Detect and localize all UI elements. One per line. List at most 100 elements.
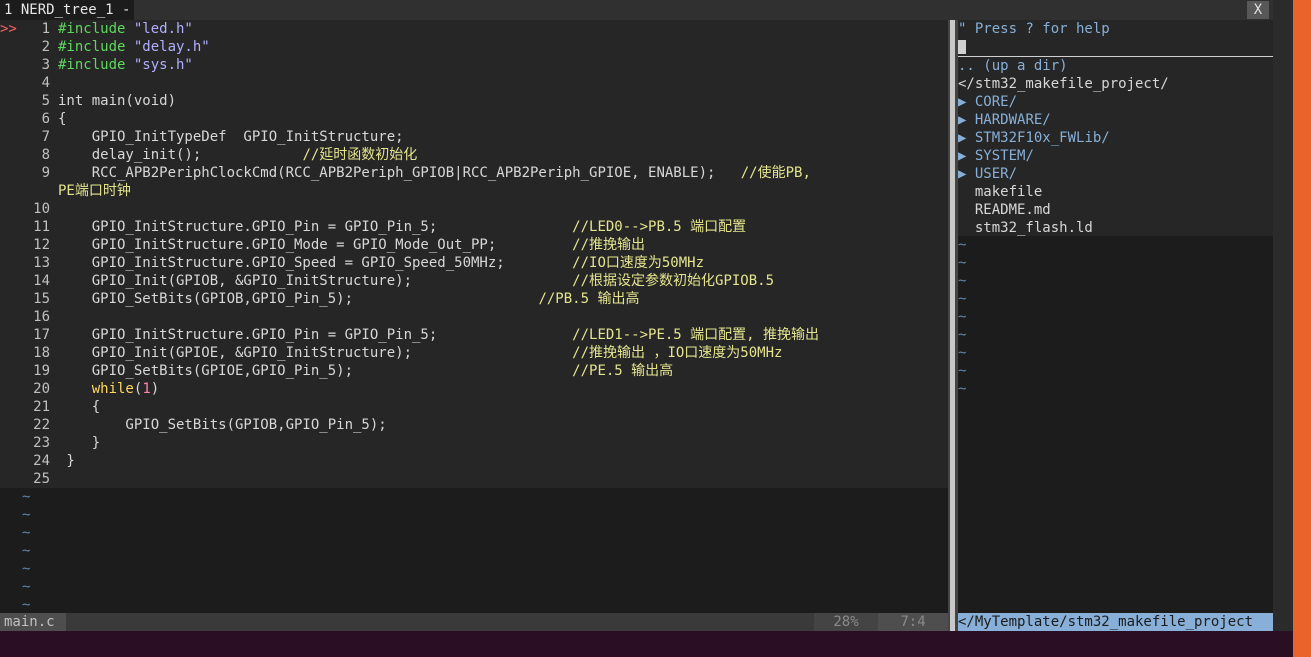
tilde-line: ~ [22, 597, 31, 613]
code-line[interactable]: 15 GPIO_SetBits(GPIOB,GPIO_Pin_5); //PB.… [0, 290, 948, 308]
dir-name: CORE/ [974, 94, 1018, 110]
tilde-line: ~ [958, 291, 967, 307]
terminal-window: 1 NERD_tree_1 - X >> 1 #include "led.h" 2 #i… [0, 0, 1273, 657]
line-number: 4 [41, 75, 50, 91]
tree-dir-item[interactable]: ▶ HARDWARE/ [958, 111, 1273, 129]
tilde-line: ~ [22, 489, 31, 505]
code-token: //PB.5 输出高 [538, 291, 640, 307]
tree-file-item[interactable]: stm32_flash.ld [958, 219, 1273, 237]
code-token: RCC_APB2PeriphClockCmd(RCC_APB2Periph_GP… [58, 165, 741, 181]
code-line[interactable]: 21 { [0, 398, 948, 416]
tab-line: 1 NERD_tree_1 - X [0, 0, 1273, 20]
tilde-line: ~ [958, 363, 967, 379]
code-line[interactable]: 7 GPIO_InitTypeDef GPIO_InitStructure; [0, 128, 948, 146]
expand-arrow-icon: ▶ [958, 148, 967, 164]
code-line[interactable]: 10 [0, 200, 948, 218]
editor-pane[interactable]: >> 1 #include "led.h" 2 #include "delay.h" 3 #… [0, 20, 948, 613]
code-line[interactable]: 17 GPIO_InitStructure.GPIO_Pin = GPIO_Pi… [0, 326, 948, 344]
code-token: GPIO_InitStructure.GPIO_Mode = GPIO_Mode… [58, 237, 573, 253]
tab-nerd-tree[interactable]: 1 NERD_tree_1 - [0, 0, 135, 20]
code-line[interactable]: 16 [0, 308, 948, 326]
expand-arrow-icon: ▶ [958, 112, 967, 128]
code-token: GPIO_SetBits(GPIOB,GPIO_Pin_5); [58, 417, 387, 433]
code-line[interactable]: 22 GPIO_SetBits(GPIOB,GPIO_Pin_5); [0, 416, 948, 434]
code-line[interactable]: >> 1 #include "led.h" [0, 20, 948, 38]
code-line[interactable]: 4 [0, 74, 948, 92]
window-edge [1273, 0, 1293, 657]
cursor [958, 40, 966, 54]
empty-lines: ~ ~ ~ ~ ~ ~ ~ [0, 488, 948, 613]
code-line[interactable]: 5 int main(void) [0, 92, 948, 110]
line-number: 13 [33, 255, 50, 271]
code-line[interactable]: 8 delay_init(); //延时函数初始化 [0, 146, 948, 164]
code-line[interactable]: 23 } [0, 434, 948, 452]
code-line[interactable]: 19 GPIO_SetBits(GPIOE,GPIO_Pin_5); //PE.… [0, 362, 948, 380]
line-number: 19 [33, 363, 50, 379]
tree-separator [958, 38, 1273, 57]
code-token: #include [58, 39, 134, 55]
vertical-split[interactable] [948, 20, 958, 631]
close-tab-button[interactable]: X [1247, 1, 1269, 19]
code-token: "sys.h" [133, 57, 193, 73]
code-line[interactable]: 3 #include "sys.h" [0, 56, 948, 74]
code-line[interactable]: 25 [0, 470, 948, 488]
line-number: 5 [41, 93, 50, 109]
line-number: 8 [41, 147, 50, 163]
code-token: #include [58, 57, 134, 73]
tilde-line: ~ [958, 327, 967, 343]
tilde-line: ~ [22, 543, 31, 559]
code-line[interactable]: 2 #include "delay.h" [0, 38, 948, 56]
desktop-background [0, 631, 1293, 657]
code-line[interactable]: 18 GPIO_Init(GPIOE, &GPIO_InitStructure)… [0, 344, 948, 362]
code-line[interactable]: 24 } [0, 452, 948, 470]
file-name: main.c [4, 614, 55, 630]
tree-dir-item[interactable]: ▶ USER/ [958, 165, 1273, 183]
code-line[interactable]: 11 GPIO_InitStructure.GPIO_Pin = GPIO_Pi… [0, 218, 948, 236]
code-line[interactable]: 9 RCC_APB2PeriphClockCmd(RCC_APB2Periph_… [0, 164, 948, 182]
file-name-item: README.md [974, 202, 1051, 218]
nerd-tree-pane[interactable]: " Press ? for help .. (up a dir) </stm32… [958, 20, 1273, 613]
code-token: "led.h" [133, 21, 193, 37]
code-token: PE端口时钟 [58, 183, 131, 199]
code-token: GPIO_SetBits(GPIOB,GPIO_Pin_5); [58, 291, 539, 307]
tilde-line: ~ [22, 507, 31, 523]
code-line[interactable]: 12 GPIO_InitStructure.GPIO_Mode = GPIO_M… [0, 236, 948, 254]
file-tree[interactable]: " Press ? for help .. (up a dir) </stm32… [958, 20, 1273, 236]
status-line-editor: main.c 28% 7:4 [0, 613, 948, 631]
code-token: GPIO_InitStructure.GPIO_Pin = GPIO_Pin_5… [58, 327, 573, 343]
line-number: 11 [33, 219, 50, 235]
code-line[interactable]: 6{ [0, 110, 948, 128]
line-number: 21 [33, 399, 50, 415]
line-number: 22 [33, 417, 50, 433]
up-dir-item[interactable]: .. (up a dir) [958, 57, 1273, 75]
code-token: "delay.h" [133, 39, 210, 55]
tree-root[interactable]: </stm32_makefile_project/ [958, 75, 1273, 93]
tree-dir-item[interactable]: ▶ CORE/ [958, 93, 1273, 111]
tree-file-item[interactable]: makefile [958, 183, 1273, 201]
file-name-item: makefile [974, 184, 1043, 200]
code-token: GPIO_Init(GPIOB, &GPIO_InitStructure); [58, 273, 573, 289]
code-line[interactable]: 13 GPIO_InitStructure.GPIO_Speed = GPIO_… [0, 254, 948, 272]
tree-dir-item[interactable]: ▶ SYSTEM/ [958, 147, 1273, 165]
code-buffer[interactable]: >> 1 #include "led.h" 2 #include "delay.h" 3 #… [0, 20, 948, 488]
code-token: while [91, 381, 134, 397]
line-number: 10 [33, 201, 50, 217]
code-token: { [58, 111, 67, 127]
split-bar[interactable] [950, 20, 955, 631]
code-token: //PE.5 输出高 [572, 363, 674, 379]
code-line[interactable]: 20 while(1) [0, 380, 948, 398]
expand-arrow-icon: ▶ [958, 130, 967, 146]
code-token: } [58, 435, 101, 451]
line-number: 9 [41, 165, 50, 181]
code-token: GPIO_InitStructure.GPIO_Speed = GPIO_Spe… [58, 255, 573, 271]
tilde-line: ~ [958, 345, 967, 361]
expand-arrow-icon: ▶ [958, 166, 967, 182]
code-line[interactable]: PE端口时钟 [0, 182, 948, 200]
code-line[interactable]: 14 GPIO_Init(GPIOB, &GPIO_InitStructure)… [0, 272, 948, 290]
tree-dir-item[interactable]: ▶ STM32F10x_FWLib/ [958, 129, 1273, 147]
tree-file-item[interactable]: README.md [958, 201, 1273, 219]
desktop-edge [1293, 0, 1311, 657]
line-number: 15 [33, 291, 50, 307]
